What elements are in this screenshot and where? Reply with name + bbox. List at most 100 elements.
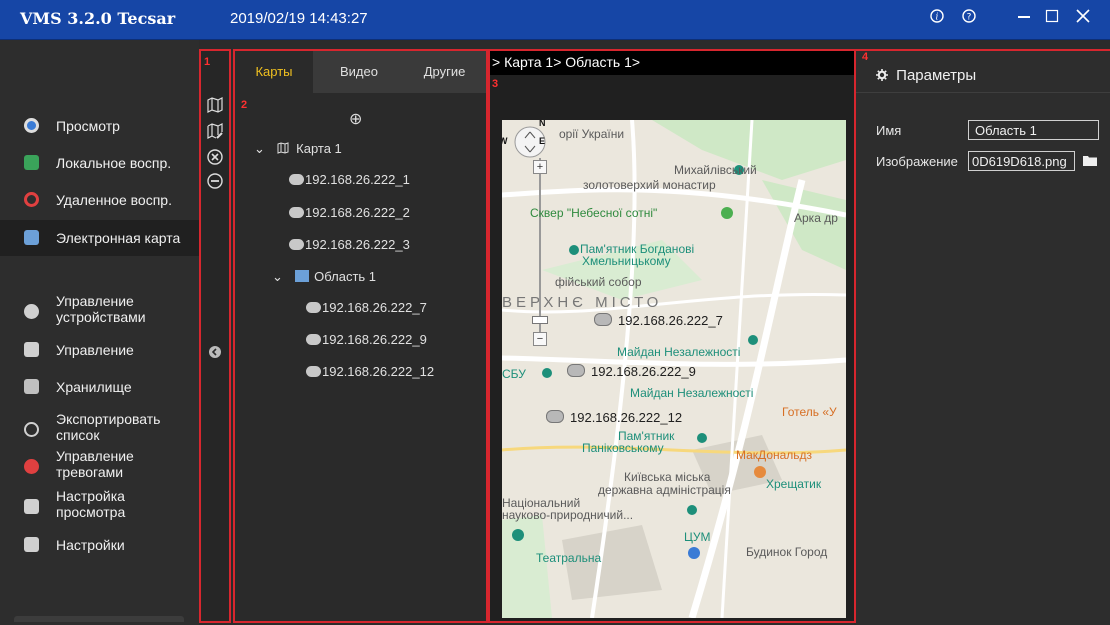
map-camera-12[interactable]: 192.168.26.222_12 xyxy=(546,410,682,425)
map-label: ЦУМ xyxy=(684,530,711,544)
map-label: Театральна xyxy=(536,551,602,565)
map-camera-9-label: 192.168.26.222_9 xyxy=(591,364,696,379)
storage-icon xyxy=(24,379,39,394)
region-marker-1: 1 xyxy=(204,56,211,68)
tab-video[interactable]: Видео xyxy=(319,51,399,93)
camera-icon xyxy=(306,366,321,377)
nav-item-export-list[interactable]: Экспортировать список xyxy=(0,408,199,448)
chevron-down-icon[interactable]: ⌄ xyxy=(254,141,265,156)
map-camera-9[interactable]: 192.168.26.222_9 xyxy=(567,364,696,379)
zoom-in-icon[interactable]: + xyxy=(533,160,547,174)
map-label: Київська міська xyxy=(624,470,711,484)
tab-other[interactable]: Другие xyxy=(403,51,486,93)
tree-camera-1[interactable]: 192.168.26.222_1 xyxy=(289,172,410,187)
main-navigation: Просмотр Локальное воспр. Удаленное восп… xyxy=(0,40,199,625)
tree-node-area[interactable]: ⌄ Область 1 xyxy=(272,269,376,285)
name-label: Имя xyxy=(876,123,902,138)
map-label: орії України xyxy=(559,127,625,141)
map-camera-7[interactable]: 192.168.26.222_7 xyxy=(594,313,723,328)
camera-icon xyxy=(306,302,321,313)
compass-east: E xyxy=(539,136,546,146)
compass-north: N xyxy=(539,120,546,128)
image-field[interactable] xyxy=(968,151,1075,171)
map-label: Готель «У xyxy=(782,405,837,419)
edit-map-icon[interactable] xyxy=(206,123,224,144)
collapse-left-icon[interactable] xyxy=(206,345,224,363)
layout-icon xyxy=(24,499,39,514)
breadcrumb: > Карта 1> Область 1> xyxy=(490,51,854,75)
delete-icon[interactable] xyxy=(206,149,224,170)
tree-camera-9-label: 192.168.26.222_9 xyxy=(322,332,427,347)
nav-item-emap[interactable]: Электронная карта xyxy=(0,220,199,256)
tree-camera-2[interactable]: 192.168.26.222_2 xyxy=(289,205,410,220)
alarm-icon xyxy=(24,459,39,474)
name-field[interactable] xyxy=(968,120,1099,140)
tab-maps[interactable]: Карты xyxy=(235,51,313,93)
folder-icon[interactable] xyxy=(1083,153,1097,171)
gear-icon xyxy=(876,69,888,81)
region-marker-4: 4 xyxy=(862,51,869,63)
nav-item-alarm-management[interactable]: Управление тревогами xyxy=(0,445,199,485)
add-map-icon[interactable] xyxy=(206,97,224,118)
map-label: фійський собор xyxy=(555,275,642,289)
tree-tabs: Карты Видео Другие xyxy=(235,51,486,93)
nav-item-preview[interactable]: Просмотр xyxy=(0,112,199,140)
nav-label-local-playback: Локальное воспр. xyxy=(56,155,172,171)
region-marker-3: 3 xyxy=(492,78,499,90)
parameters-header: Параметры xyxy=(876,67,976,84)
zoom-out-icon[interactable]: − xyxy=(533,332,547,346)
chevron-down-icon[interactable]: ⌄ xyxy=(272,269,283,284)
nav-label-view-setup: Настройка просмотра xyxy=(56,488,126,520)
camera-icon xyxy=(289,174,304,185)
remove-icon[interactable] xyxy=(206,173,224,194)
local-playback-icon xyxy=(24,155,39,170)
nav-item-storage[interactable]: Хранилище xyxy=(0,374,199,400)
tree-camera-2-label: 192.168.26.222_2 xyxy=(305,205,410,220)
camera-icon xyxy=(567,364,585,377)
zoom-handle[interactable] xyxy=(532,316,548,324)
export-icon xyxy=(24,422,39,437)
map-label: Майдан Незалежності xyxy=(617,345,741,359)
nav-item-view-setup[interactable]: Настройка просмотра xyxy=(0,485,199,525)
nav-scroll-bar xyxy=(14,616,184,622)
close-icon[interactable] xyxy=(1071,8,1095,31)
parameters-divider xyxy=(856,92,1110,93)
tree-node-map[interactable]: ⌄ Карта 1 xyxy=(254,141,342,157)
settings-icon xyxy=(24,537,39,552)
tree-camera-3[interactable]: 192.168.26.222_3 xyxy=(289,237,410,252)
tree-camera-7-label: 192.168.26.222_7 xyxy=(322,300,427,315)
help-icon[interactable]: ? xyxy=(957,8,981,30)
map-label: Майдан Незалежності xyxy=(630,386,754,400)
area-image-icon xyxy=(294,270,309,282)
tree-camera-7[interactable]: 192.168.26.222_7 xyxy=(306,300,427,315)
nav-item-settings[interactable]: Настройки xyxy=(0,532,199,558)
map-label: Хрещатик xyxy=(766,477,822,491)
nav-item-management[interactable]: Управление xyxy=(0,337,199,363)
map-label: державна адміністрація xyxy=(598,483,731,497)
tree-camera-12-label: 192.168.26.222_12 xyxy=(322,364,435,379)
nav-label-preview: Просмотр xyxy=(56,118,120,134)
camera-icon xyxy=(594,313,612,326)
tree-camera-9[interactable]: 192.168.26.222_9 xyxy=(306,332,427,347)
info-icon[interactable]: i xyxy=(925,8,949,30)
camera-icon xyxy=(289,207,304,218)
map-view-panel: > Карта 1> Область 1> 3 N W E + − орії У… xyxy=(488,49,856,623)
nav-label-management: Управление xyxy=(56,342,134,358)
nav-label-alarm-management: Управление тревогами xyxy=(56,448,134,480)
map-label: Арка др xyxy=(794,211,838,225)
map-icon xyxy=(24,230,39,245)
map-image[interactable]: N W E + − орії України Михайлівський зол… xyxy=(502,120,846,618)
parameters-panel: 4 Параметры Имя Изображение xyxy=(856,49,1110,625)
nav-item-local-playback[interactable]: Локальное воспр. xyxy=(0,149,199,177)
tree-area-label: Область 1 xyxy=(314,269,377,284)
nav-item-device-management[interactable]: Управление устройствами xyxy=(0,290,199,330)
nav-item-remote-playback[interactable]: Удаленное воспр. xyxy=(0,186,199,214)
tree-camera-12[interactable]: 192.168.26.222_12 xyxy=(306,364,434,379)
camera-icon xyxy=(546,410,564,423)
zoom-slider[interactable]: + − xyxy=(532,158,548,346)
add-node-button[interactable]: ⊕ xyxy=(349,109,362,129)
minimize-icon[interactable] xyxy=(1012,8,1036,31)
maximize-icon[interactable] xyxy=(1040,8,1064,31)
remote-playback-icon xyxy=(24,192,39,207)
user-icon xyxy=(24,342,39,357)
